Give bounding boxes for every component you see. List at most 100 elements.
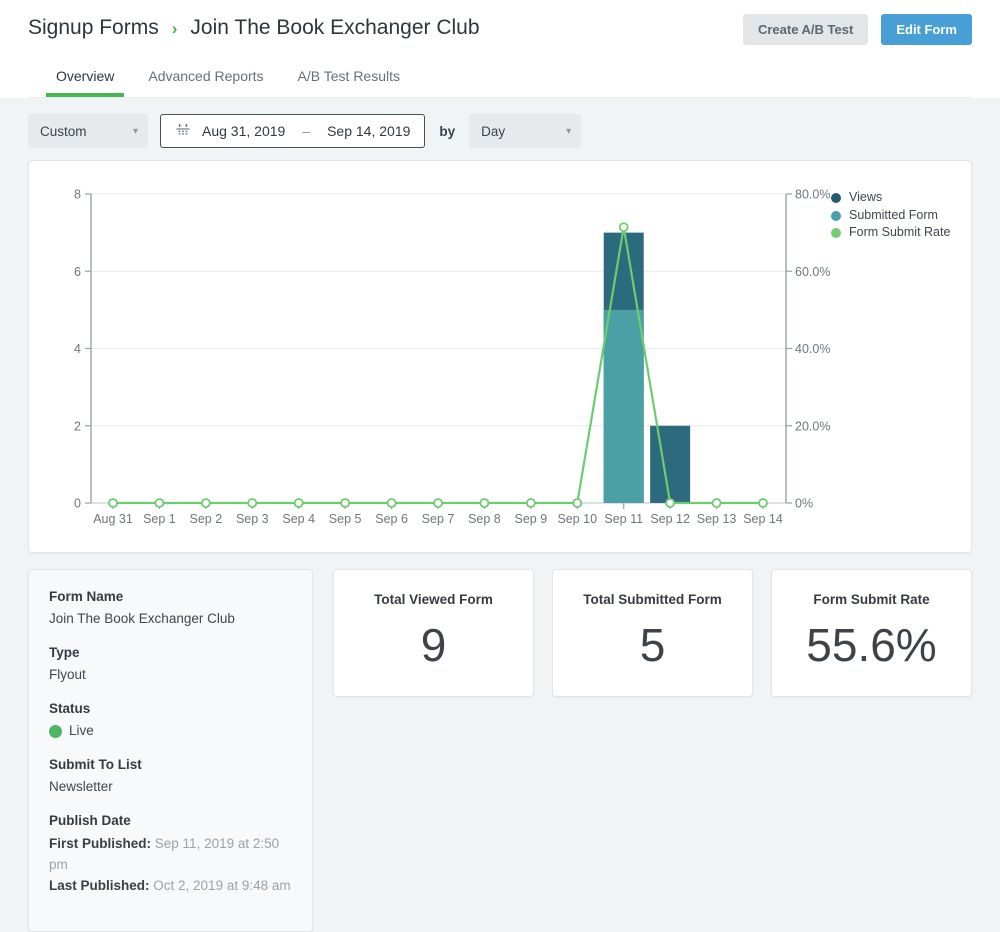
- date-separator: –: [296, 123, 316, 139]
- tab-overview[interactable]: Overview: [46, 60, 124, 97]
- line-point-marker[interactable]: [155, 499, 163, 507]
- line-point-marker[interactable]: [202, 499, 210, 507]
- status-label: Status: [49, 701, 292, 716]
- filter-bar: Custom ▾ Aug 31, 2019 – Sep 14, 2019 by …: [28, 114, 972, 148]
- left-axis-tick-label: 6: [74, 265, 81, 279]
- granularity-value: Day: [481, 124, 505, 139]
- granularity-select[interactable]: Day ▾: [469, 114, 581, 148]
- left-axis-tick-label: 8: [74, 188, 81, 202]
- tab-ab-test-results[interactable]: A/B Test Results: [288, 60, 410, 97]
- bar-submitted-form[interactable]: [604, 310, 644, 503]
- line-point-marker[interactable]: [527, 499, 535, 507]
- create-ab-test-button[interactable]: Create A/B Test: [743, 14, 868, 45]
- left-axis-tick-label: 4: [74, 342, 81, 356]
- stat-value: 5: [553, 618, 752, 672]
- x-axis-tick-label: Sep 4: [282, 512, 315, 526]
- line-point-marker[interactable]: [341, 499, 349, 507]
- x-axis-tick-label: Sep 10: [557, 512, 597, 526]
- by-label: by: [439, 124, 455, 139]
- stat-label: Total Viewed Form: [334, 592, 533, 607]
- line-point-marker[interactable]: [620, 223, 628, 231]
- date-end-value: Sep 14, 2019: [327, 123, 410, 139]
- performance-chart-card: 0 2 4 6 8 0% 20.0% 40.0% 60.0% 80.0% Aug 31 Sep 1 Se…: [28, 160, 972, 553]
- x-axis-tick-label: Sep 13: [697, 512, 737, 526]
- page-title: Join The Book Exchanger Club: [190, 13, 479, 43]
- x-axis-tick-label: Aug 31: [93, 512, 133, 526]
- line-point-marker[interactable]: [713, 499, 721, 507]
- chart-legend: ViewsSubmitted FormForm Submit Rate: [831, 189, 979, 242]
- chevron-right-icon: ›: [172, 14, 178, 44]
- type-value: Flyout: [49, 665, 292, 685]
- tab-bar: Overview Advanced Reports A/B Test Resul…: [28, 60, 972, 98]
- legend-item-views[interactable]: Views: [831, 189, 979, 207]
- caret-down-icon: ▾: [566, 126, 571, 137]
- publish-date-label: Publish Date: [49, 813, 292, 828]
- status-value: Live: [69, 721, 94, 741]
- x-axis-tick-label: Sep 14: [743, 512, 783, 526]
- bar-views[interactable]: [650, 426, 690, 503]
- line-point-marker[interactable]: [295, 499, 303, 507]
- breadcrumb: Signup Forms › Join The Book Exchanger C…: [28, 13, 480, 43]
- caret-down-icon: ▾: [133, 126, 138, 137]
- legend-dot: [831, 193, 841, 203]
- x-axis-tick-label: Sep 1: [143, 512, 176, 526]
- x-axis-tick-label: Sep 8: [468, 512, 501, 526]
- stat-value: 9: [334, 618, 533, 672]
- calendar-icon: [175, 123, 191, 139]
- right-axis-tick-label: 60.0%: [795, 265, 830, 279]
- x-axis-tick-label: Sep 7: [422, 512, 455, 526]
- last-published-label: Last Published:: [49, 878, 150, 893]
- stat-card-submit-rate: Form Submit Rate 55.6%: [771, 569, 972, 697]
- legend-dot: [831, 228, 841, 238]
- right-axis-tick-label: 20.0%: [795, 419, 830, 433]
- last-published-value: Oct 2, 2019 at 9:48 am: [153, 878, 290, 893]
- x-axis-tick-label: Sep 6: [375, 512, 408, 526]
- form-name-value: Join The Book Exchanger Club: [49, 609, 292, 629]
- edit-form-button[interactable]: Edit Form: [881, 14, 972, 45]
- line-point-marker[interactable]: [109, 499, 117, 507]
- date-start-value: Aug 31, 2019: [202, 123, 285, 139]
- right-axis-tick-label: 40.0%: [795, 342, 830, 356]
- line-point-marker[interactable]: [434, 499, 442, 507]
- line-point-marker[interactable]: [248, 499, 256, 507]
- legend-dot: [831, 211, 841, 221]
- legend-label: Views: [849, 189, 882, 207]
- date-range-type-value: Custom: [40, 124, 87, 139]
- right-axis-tick-label: 80.0%: [795, 188, 830, 202]
- line-point-marker[interactable]: [666, 499, 674, 507]
- date-range-picker[interactable]: Aug 31, 2019 – Sep 14, 2019: [160, 114, 425, 148]
- stat-card-total-submitted: Total Submitted Form 5: [552, 569, 753, 697]
- line-point-marker[interactable]: [388, 499, 396, 507]
- x-axis-tick-label: Sep 9: [515, 512, 548, 526]
- breadcrumb-parent-link[interactable]: Signup Forms: [28, 13, 159, 43]
- right-axis-tick-label: 0%: [795, 497, 813, 511]
- type-label: Type: [49, 645, 292, 660]
- page-header: Signup Forms › Join The Book Exchanger C…: [0, 0, 1000, 98]
- form-name-label: Form Name: [49, 589, 292, 604]
- left-axis-tick-label: 0: [74, 497, 81, 511]
- legend-label: Submitted Form: [849, 207, 938, 225]
- stat-card-total-viewed: Total Viewed Form 9: [333, 569, 534, 697]
- line-point-marker[interactable]: [759, 499, 767, 507]
- x-axis-tick-label: Sep 2: [190, 512, 223, 526]
- legend-label: Form Submit Rate: [849, 224, 950, 242]
- x-axis-tick-label: Sep 12: [650, 512, 690, 526]
- legend-item-form-submit-rate[interactable]: Form Submit Rate: [831, 224, 979, 242]
- x-axis-tick-label: Sep 3: [236, 512, 269, 526]
- stat-label: Total Submitted Form: [553, 592, 752, 607]
- tab-advanced-reports[interactable]: Advanced Reports: [138, 60, 273, 97]
- main-content: Custom ▾ Aug 31, 2019 – Sep 14, 2019 by …: [0, 114, 1000, 932]
- submit-to-list-value: Newsletter: [49, 777, 292, 797]
- legend-item-submitted-form[interactable]: Submitted Form: [831, 207, 979, 225]
- left-axis-tick-label: 2: [74, 419, 81, 433]
- stat-label: Form Submit Rate: [772, 592, 971, 607]
- x-axis-tick-label: Sep 5: [329, 512, 362, 526]
- first-published-label: First Published:: [49, 836, 151, 851]
- form-details-card: Form Name Join The Book Exchanger Club T…: [28, 569, 313, 932]
- x-axis-tick-label: Sep 11: [604, 512, 643, 526]
- status-live-dot: [49, 725, 62, 738]
- date-range-type-select[interactable]: Custom ▾: [28, 114, 148, 148]
- line-point-marker[interactable]: [480, 499, 488, 507]
- stat-value: 55.6%: [772, 618, 971, 672]
- line-point-marker[interactable]: [573, 499, 581, 507]
